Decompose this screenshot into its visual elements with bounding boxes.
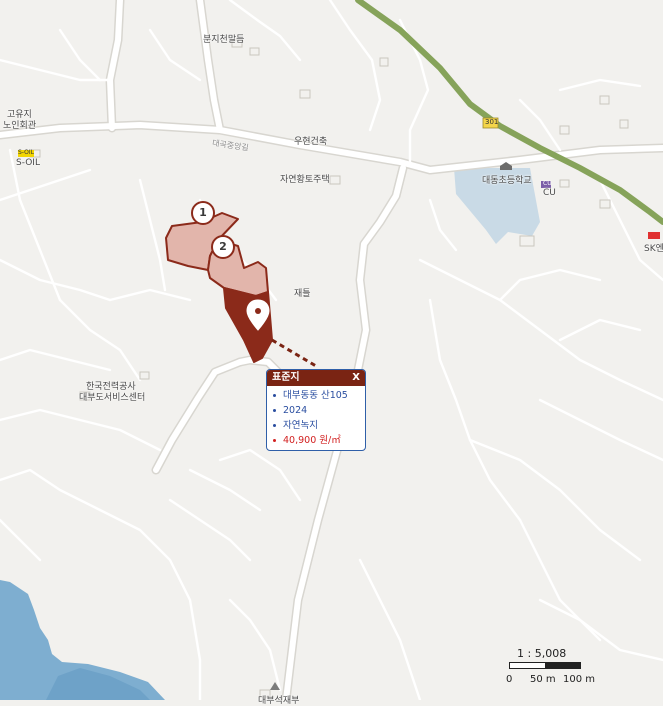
parcel-number-1[interactable]: 1 (191, 201, 215, 225)
scale-tick-50: 50 m (530, 674, 556, 685)
popup-leader-line (271, 338, 317, 368)
place-label-kepco-center: 대부도서비스센터 (79, 393, 146, 403)
popup-year: 2024 (283, 405, 308, 416)
popup-close-button[interactable]: X (352, 370, 360, 386)
place-label-school: 대동초등학교 (482, 176, 532, 186)
brand-label-soil: S-OIL (18, 149, 34, 156)
popup-item-address: 대부동동 산105 (273, 388, 365, 403)
map-canvas[interactable] (0, 0, 663, 700)
scale-tick-0: 0 (506, 674, 513, 685)
place-label-noinhoegwan: 노인회관 (3, 121, 37, 131)
place-label-jayeon: 자연황토주택 (280, 175, 330, 185)
scale-bar-white (509, 662, 547, 669)
place-label-jaetul: 재틀 (294, 289, 311, 299)
popup-zoning: 자연녹지 (283, 420, 318, 431)
popup-item-price: 40,900 원/㎡ (273, 433, 365, 448)
sk-icon (648, 232, 660, 239)
bullet-icon (273, 439, 276, 442)
parcel-standard (223, 287, 273, 363)
place-label-boonji: 분지천말듬 (203, 35, 245, 45)
popup-price: 40,900 원/㎡ (283, 435, 341, 446)
place-label-woohyun: 우현건축 (294, 137, 328, 147)
popup-info-list: 대부동동 산105 2024 자연녹지 40,900 원/㎡ (267, 386, 365, 448)
place-label-soil: S-OIL (16, 158, 40, 168)
place-label-cu: CU (543, 188, 556, 198)
bullet-icon (273, 409, 276, 412)
scale-bar: 1 : 5,008 0 50 m 100 m (505, 643, 605, 688)
road-number-label: 301 (485, 118, 499, 126)
scale-ratio: 1 : 5,008 (517, 647, 567, 660)
standard-land-popup: 표준지 X 대부동동 산105 2024 자연녹지 40,900 원/㎡ (266, 369, 366, 451)
popup-address: 대부동동 산105 (283, 390, 348, 401)
popup-header: 표준지 X (267, 370, 365, 386)
bullet-icon (273, 394, 276, 397)
popup-item-zoning: 자연녹지 (273, 418, 365, 433)
parcel-number-2[interactable]: 2 (211, 235, 235, 259)
scale-bar-black (545, 662, 581, 669)
place-label-sk: SK엔 (644, 244, 663, 254)
scale-tick-100: 100 m (563, 674, 596, 685)
popup-title: 표준지 (272, 372, 300, 383)
brand-label-cu: CU (543, 180, 552, 187)
bullet-icon (273, 424, 276, 427)
popup-item-year: 2024 (273, 403, 365, 418)
